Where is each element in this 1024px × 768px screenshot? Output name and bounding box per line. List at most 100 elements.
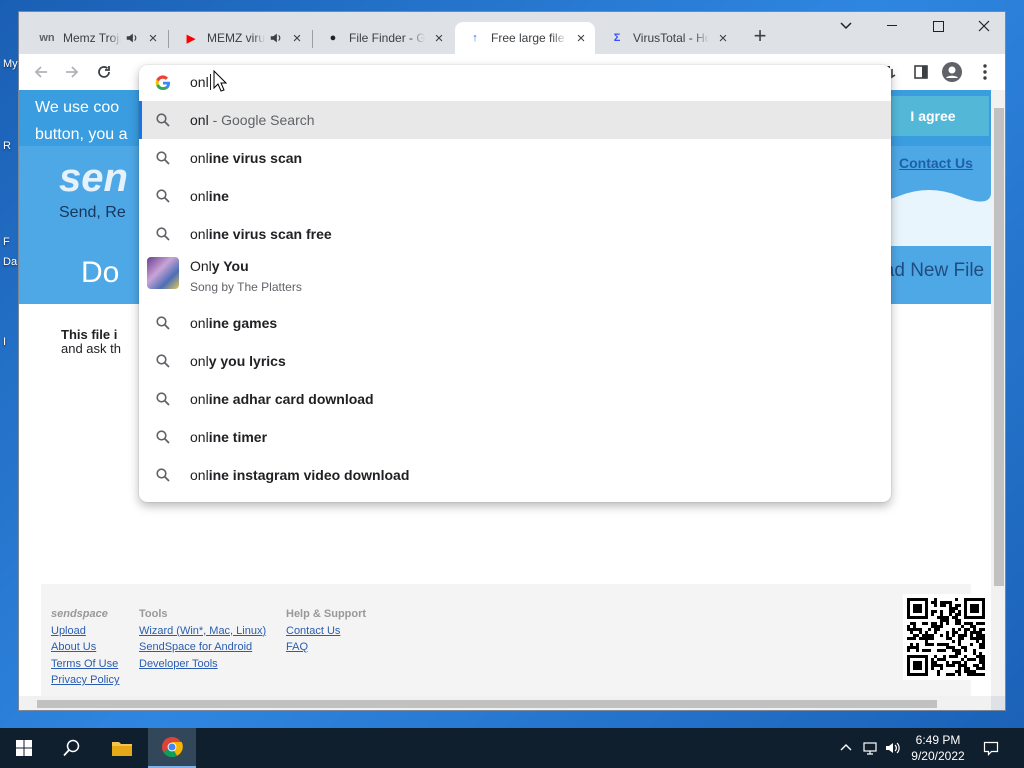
footer-link[interactable]: About Us — [51, 639, 119, 656]
search-button[interactable] — [48, 728, 96, 768]
qr-module — [955, 622, 958, 625]
tab-search-button[interactable] — [823, 12, 869, 40]
profile-button[interactable] — [940, 60, 964, 84]
browser-tab[interactable]: Σ VirusTotal - Home × — [597, 22, 737, 54]
browser-tab[interactable]: ▶ MEMZ virus × — [171, 22, 311, 54]
qr-module — [946, 622, 949, 625]
desktop-icon-label[interactable]: F — [3, 236, 10, 248]
qr-module — [925, 637, 928, 640]
omnibox-suggestion[interactable]: only you lyrics — [139, 342, 891, 380]
omnibox-suggestion[interactable]: online adhar card download — [139, 380, 891, 418]
desktop-icon-label[interactable]: My — [3, 58, 18, 70]
qr-module — [955, 661, 958, 664]
new-tab-button[interactable]: + — [749, 25, 771, 48]
qr-module — [955, 655, 958, 658]
footer-link[interactable]: Developer Tools — [139, 656, 266, 673]
close-window-button[interactable] — [961, 12, 1005, 40]
qr-module — [928, 643, 931, 646]
omnibox-suggestion[interactable]: online virus scan free — [139, 215, 891, 253]
scrollbar-thumb[interactable] — [994, 108, 1004, 586]
agree-button[interactable]: I agree — [877, 96, 989, 136]
qr-module — [931, 643, 934, 646]
close-tab-icon[interactable]: × — [715, 30, 731, 47]
minimize-button[interactable] — [869, 12, 915, 40]
address-bar[interactable]: onl — [139, 65, 891, 101]
chrome-menu-button[interactable] — [973, 60, 997, 84]
qr-module — [943, 658, 946, 661]
more-vert-icon — [983, 64, 987, 80]
qr-module — [940, 613, 943, 616]
vertical-scrollbar[interactable] — [991, 90, 1005, 696]
suggestion-typed: onl — [190, 353, 209, 369]
maximize-button[interactable] — [915, 12, 961, 40]
qr-module — [979, 646, 982, 649]
cookie-text-line: We use coo — [35, 99, 120, 116]
chevron-up-icon[interactable] — [838, 740, 854, 756]
audio-playing-icon[interactable] — [269, 31, 283, 45]
footer-link[interactable]: Wizard (Win*, Mac, Linux) — [139, 623, 266, 640]
qr-module — [952, 661, 955, 664]
horizontal-scrollbar[interactable] — [19, 696, 991, 710]
qr-module — [910, 643, 913, 646]
notifications-icon[interactable] — [983, 740, 999, 756]
browser-tab[interactable]: ● File Finder - GitHub × — [313, 22, 453, 54]
qr-module — [940, 667, 943, 670]
qr-module — [934, 628, 937, 631]
omnibox-suggestion[interactable]: online — [139, 177, 891, 215]
omnibox-suggestion[interactable]: online timer — [139, 418, 891, 456]
chevron-down-icon — [840, 22, 852, 30]
omnibox-suggestion[interactable]: online virus scan — [139, 139, 891, 177]
qr-module — [979, 643, 982, 646]
browser-tab[interactable]: ↑ Free large file hosting × — [455, 22, 595, 54]
start-button[interactable] — [0, 728, 48, 768]
close-tab-icon[interactable]: × — [289, 30, 305, 47]
suggestion-text: online virus scan free — [190, 226, 332, 242]
back-button[interactable] — [29, 60, 53, 84]
side-panel-button[interactable] — [909, 60, 933, 84]
omnibox-suggestion[interactable]: online instagram video download — [139, 456, 891, 494]
close-tab-icon[interactable]: × — [573, 30, 589, 47]
chrome-icon — [162, 737, 183, 758]
file-explorer-button[interactable] — [98, 728, 146, 768]
windows-taskbar: 6:49 PM 9/20/2022 — [0, 728, 1024, 768]
network-icon[interactable] — [862, 740, 878, 756]
chrome-taskbar-button[interactable] — [148, 728, 196, 768]
browser-tab[interactable]: wn Memz Trojan × — [27, 22, 167, 54]
qr-module — [934, 631, 937, 634]
omnibox-suggestion[interactable]: online games — [139, 304, 891, 342]
system-clock[interactable]: 6:49 PM 9/20/2022 — [898, 732, 978, 764]
footer-link[interactable]: FAQ — [286, 639, 366, 656]
audio-playing-icon[interactable] — [125, 31, 139, 45]
desktop-icon-label[interactable]: Da — [3, 256, 17, 268]
tab-strip: wn Memz Trojan × ▶ MEMZ virus × ● File Finder -… — [19, 12, 1005, 54]
close-tab-icon[interactable]: × — [431, 30, 447, 47]
qr-module — [967, 628, 970, 631]
qr-module — [979, 673, 982, 676]
contact-us-link[interactable]: Contact Us — [899, 155, 973, 171]
qr-module — [976, 655, 979, 658]
reload-button[interactable] — [92, 60, 116, 84]
close-tab-icon[interactable]: × — [145, 30, 161, 47]
search-icon — [156, 354, 170, 368]
footer-link[interactable]: Privacy Policy — [51, 672, 119, 689]
desktop-icon-label[interactable]: R — [3, 140, 11, 152]
qr-module — [937, 664, 940, 667]
omnibox-suggestion[interactable]: Only You Song by The Platters — [139, 253, 891, 301]
omnibox-input[interactable]: onl — [190, 74, 211, 90]
qr-finder-pattern — [913, 604, 922, 613]
footer-link[interactable]: Upload — [51, 623, 119, 640]
qr-module — [955, 670, 958, 673]
footer-link[interactable]: Terms Of Use — [51, 656, 119, 673]
omnibox-suggestion[interactable]: onl - Google Search — [139, 101, 891, 139]
qr-module — [970, 637, 973, 640]
arrow-left-icon — [34, 66, 47, 78]
footer-link[interactable]: SendSpace for Android — [139, 639, 266, 656]
desktop-icon-label[interactable]: I — [3, 336, 6, 348]
forward-button[interactable] — [60, 60, 84, 84]
qr-module — [940, 601, 943, 604]
qr-module — [973, 670, 976, 673]
qr-module — [952, 631, 955, 634]
sendspace-logo[interactable]: sen — [59, 156, 128, 201]
scrollbar-thumb[interactable] — [37, 700, 937, 708]
footer-link[interactable]: Contact Us — [286, 623, 366, 640]
